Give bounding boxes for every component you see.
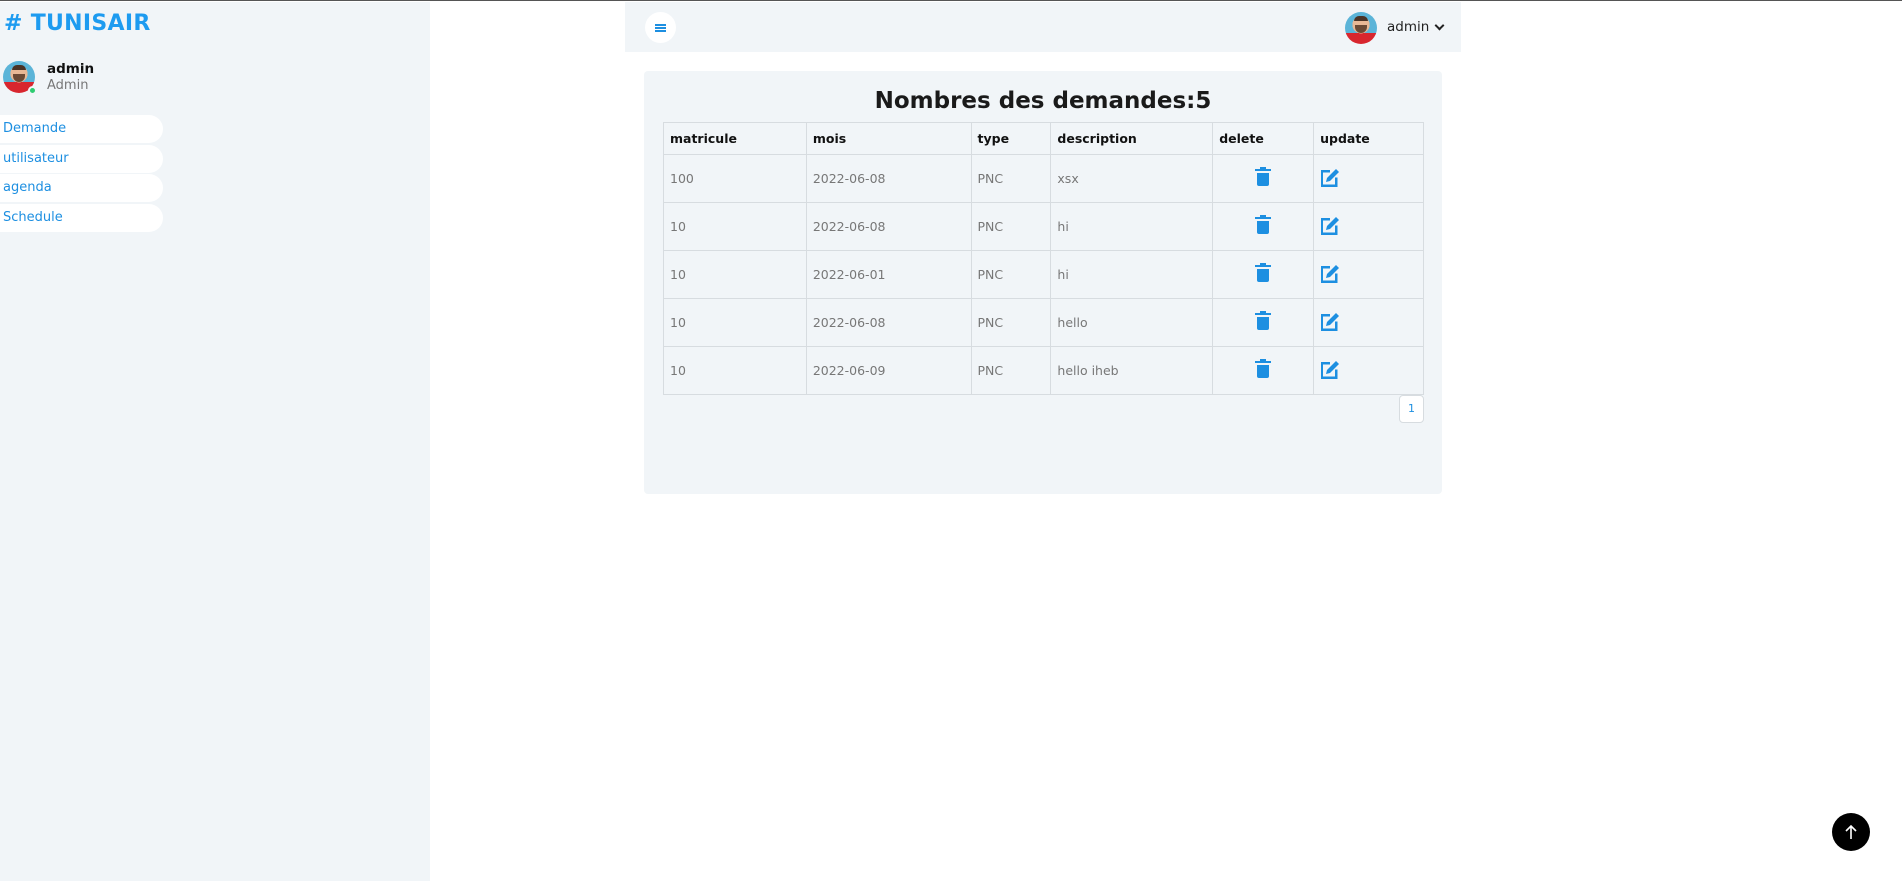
hamburger-icon[interactable]	[645, 12, 676, 43]
cell-type: PNC	[970, 154, 1052, 203]
cell-matricule: 100	[663, 154, 807, 203]
page-title: Nombres des demandes:5	[874, 88, 1212, 114]
demandes-card: Nombres des demandes:5 matricule mois ty…	[644, 71, 1442, 494]
avatar	[1345, 12, 1377, 44]
edit-icon[interactable]	[1318, 166, 1342, 188]
cell-type: PNC	[970, 202, 1052, 251]
trash-icon[interactable]	[1255, 166, 1272, 186]
profile-name: admin	[47, 61, 95, 77]
cell-matricule: 10	[663, 250, 807, 299]
column-header-description: description	[1050, 122, 1214, 155]
sidebar-nav: Demande utilisateur agenda Schedule	[0, 115, 163, 233]
cell-description: hi	[1050, 250, 1214, 299]
cell-update	[1313, 250, 1424, 299]
cell-update	[1313, 202, 1424, 251]
cell-type: PNC	[970, 250, 1052, 299]
column-header-mois: mois	[805, 122, 972, 155]
cell-delete	[1212, 346, 1315, 395]
edit-icon[interactable]	[1318, 310, 1342, 332]
edit-icon[interactable]	[1318, 358, 1342, 380]
cell-mois: 2022-06-01	[805, 250, 972, 299]
cell-update	[1313, 154, 1424, 203]
cell-mois: 2022-06-08	[805, 202, 972, 251]
cell-delete	[1212, 298, 1315, 347]
table-row: 10 2022-06-08 PNC hello	[663, 298, 1424, 347]
brand-logo[interactable]: # TUNISAIR	[4, 11, 151, 36]
table-header-row: matricule mois type description delete u…	[663, 122, 1424, 155]
cell-description: hello	[1050, 298, 1214, 347]
chevron-down-icon[interactable]	[1434, 20, 1445, 31]
cell-description: hi	[1050, 202, 1214, 251]
sidebar-item-schedule[interactable]: Schedule	[0, 203, 163, 232]
trash-icon[interactable]	[1255, 262, 1272, 282]
cell-delete	[1212, 154, 1315, 203]
trash-icon[interactable]	[1255, 310, 1272, 330]
edit-icon[interactable]	[1318, 214, 1342, 236]
edit-icon[interactable]	[1318, 262, 1342, 284]
sidebar-item-demande[interactable]: Demande	[0, 115, 163, 143]
demandes-table: matricule mois type description delete u…	[663, 122, 1424, 395]
cell-delete	[1212, 202, 1315, 251]
table-row: 10 2022-06-09 PNC hello iheb	[663, 346, 1424, 395]
cell-description: hello iheb	[1050, 346, 1214, 395]
sidebar-item-utilisateur[interactable]: utilisateur	[0, 144, 163, 173]
column-header-type: type	[970, 122, 1052, 155]
cell-type: PNC	[970, 298, 1052, 347]
online-status-dot	[28, 86, 37, 95]
user-name: admin	[1387, 19, 1430, 35]
cell-matricule: 10	[663, 202, 807, 251]
column-header-update: update	[1313, 122, 1424, 155]
cell-update	[1313, 298, 1424, 347]
arrow-up-icon	[1845, 824, 1857, 839]
cell-type: PNC	[970, 346, 1052, 395]
table-row: 10 2022-06-01 PNC hi	[663, 250, 1424, 299]
cell-description: xsx	[1050, 154, 1214, 203]
cell-mois: 2022-06-08	[805, 154, 972, 203]
cell-update	[1313, 346, 1424, 395]
profile-role: Admin	[47, 78, 89, 93]
scroll-to-top-button[interactable]	[1832, 813, 1870, 851]
column-header-delete: delete	[1212, 122, 1315, 155]
top-bar: admin	[625, 2, 1461, 52]
sidebar-item-agenda[interactable]: agenda	[0, 174, 163, 202]
cell-matricule: 10	[663, 346, 807, 395]
table-row: 100 2022-06-08 PNC xsx	[663, 154, 1424, 203]
pagination-page-1[interactable]: 1	[1399, 395, 1424, 423]
cell-mois: 2022-06-08	[805, 298, 972, 347]
cell-delete	[1212, 250, 1315, 299]
column-header-matricule: matricule	[663, 122, 807, 155]
sidebar: # TUNISAIR admin Admin Demande utilisate…	[0, 2, 430, 881]
trash-icon[interactable]	[1255, 214, 1272, 234]
table-row: 10 2022-06-08 PNC hi	[663, 202, 1424, 251]
cell-matricule: 10	[663, 298, 807, 347]
trash-icon[interactable]	[1255, 358, 1272, 378]
cell-mois: 2022-06-09	[805, 346, 972, 395]
